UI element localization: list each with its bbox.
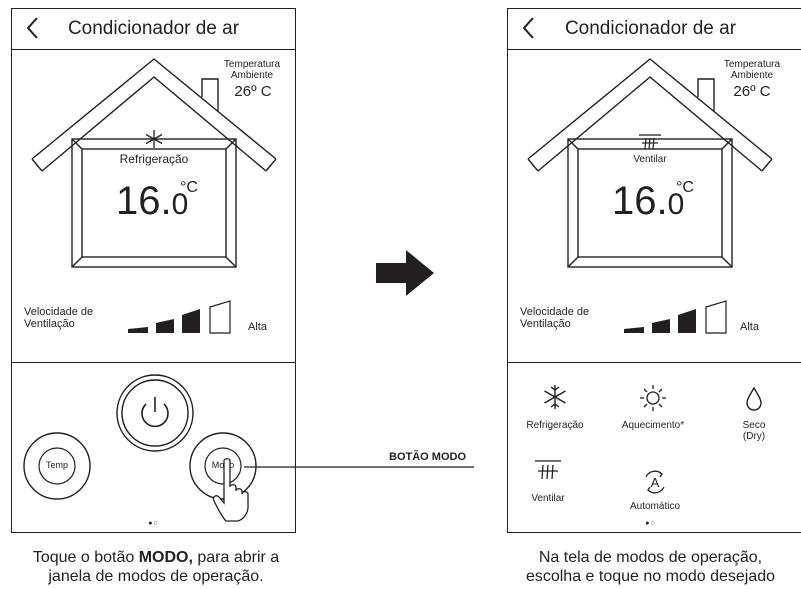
divider	[508, 362, 801, 363]
left-caption: Toque o botão MODO, para abrir a janela …	[6, 548, 306, 586]
sun-icon	[640, 385, 666, 411]
mode-option-label: Automático	[629, 501, 681, 512]
fan-speed-bars	[128, 300, 231, 334]
fan-speed-value: Alta	[740, 321, 759, 333]
mode-option-dry[interactable]: Seco (Dry)	[726, 384, 782, 446]
fan-speed-value: Alta	[248, 321, 267, 333]
auto-mode-icon: A	[645, 470, 665, 494]
mode-option-cool[interactable]: Refrigeração	[512, 384, 598, 434]
power-button[interactable]	[114, 372, 196, 454]
callout-label: BOTÃO MODO	[389, 451, 466, 463]
page-title: Condicionador de ar	[564, 18, 737, 39]
mode-option-label: Seco (Dry)	[742, 420, 766, 442]
snowflake-icon	[544, 385, 566, 409]
current-mode-label: Refrigeração	[119, 152, 189, 166]
set-temperature: 16.0 °C	[116, 179, 198, 223]
right-header: Condicionador de ar	[508, 9, 801, 50]
temp-button-label: Temp	[45, 460, 68, 470]
page-indicator: ●○	[645, 520, 656, 527]
divider	[12, 362, 295, 363]
mode-option-heat[interactable]: Aquecimento*	[608, 384, 698, 434]
fan-speed-label: Velocidade de Ventilação	[520, 306, 590, 330]
mode-option-auto[interactable]: A Automático	[620, 469, 690, 519]
fan-speed-label: Velocidade de Ventilação	[24, 306, 94, 330]
current-mode-label: Ventilar	[633, 154, 667, 165]
svg-text:A: A	[651, 475, 660, 490]
left-screen: Condicionador de ar Temperatura Ambiente…	[11, 8, 296, 533]
fan-speed-bars	[624, 300, 727, 334]
page-indicator: ●○	[148, 520, 159, 527]
left-caption-line1: Toque o botão MODO, para abrir a	[32, 549, 280, 566]
fan-mode-icon	[535, 460, 561, 480]
right-caption: Na tela de modos de operação, escolha e …	[525, 549, 776, 585]
mode-option-label: Refrigeração	[526, 420, 584, 431]
mode-option-label: Aquecimento*	[621, 420, 685, 431]
arrow-right-icon	[376, 250, 434, 296]
snowflake-icon	[145, 130, 163, 148]
page-title: Condicionador de ar	[67, 18, 240, 39]
left-header: Condicionador de ar	[12, 9, 295, 50]
fan-mode-icon	[639, 134, 661, 150]
set-temperature: 16.0 °C	[612, 179, 694, 223]
right-screen: Condicionador de ar Temperatura Ambiente…	[507, 8, 801, 533]
temp-button[interactable]: Temp	[22, 431, 92, 501]
callout-line	[244, 466, 474, 468]
mode-option-fan[interactable]: Ventilar	[518, 459, 578, 509]
mode-option-label: Ventilar	[531, 493, 565, 504]
drop-icon	[746, 386, 762, 411]
